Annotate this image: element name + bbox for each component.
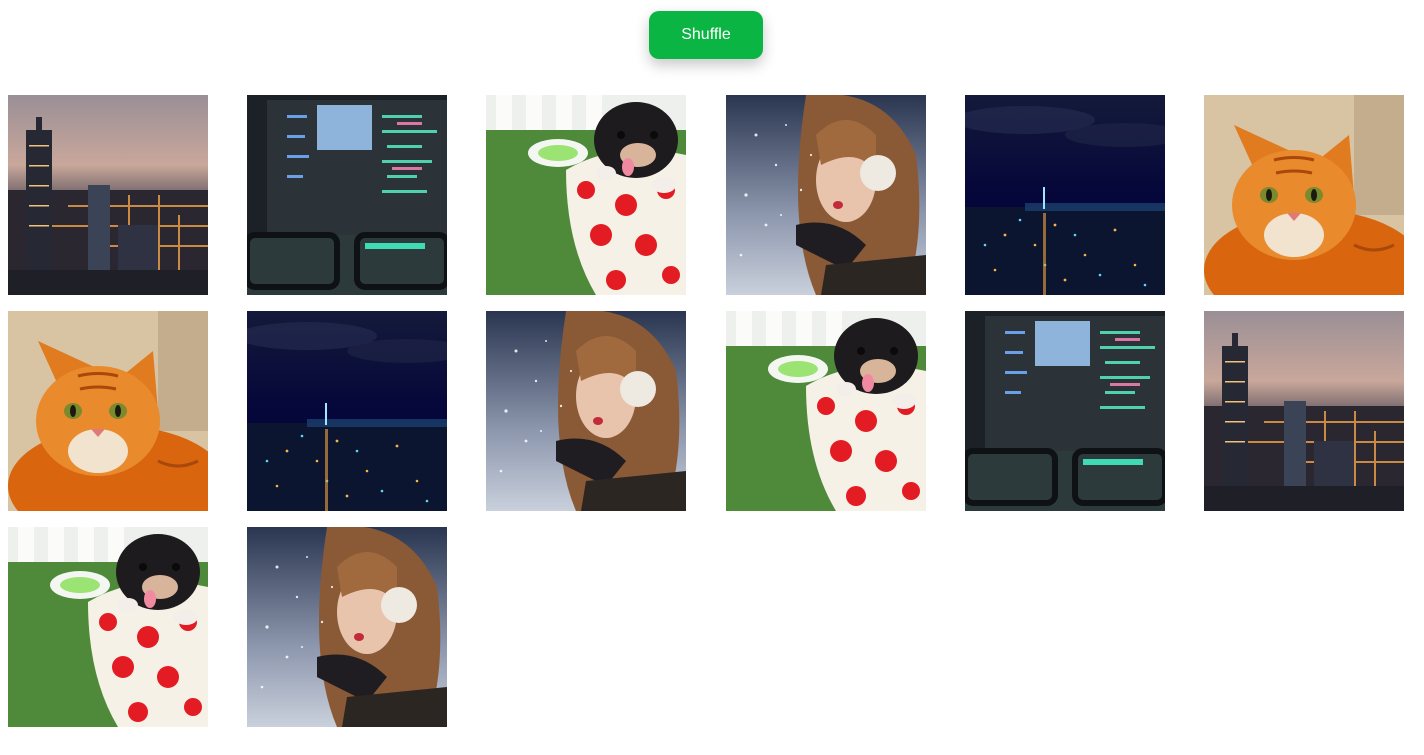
gallery-image-code-monitor-glasses[interactable]	[965, 311, 1165, 511]
gallery-image-orange-tabby-cat[interactable]	[1204, 95, 1404, 295]
image-city-skyline-dusk	[8, 95, 208, 295]
image-code-monitor-glasses	[247, 95, 447, 295]
image-orange-tabby-cat	[1204, 95, 1404, 295]
image-puppy-in-polka-dot-cup	[486, 95, 686, 295]
shuffle-button[interactable]: Shuffle	[649, 11, 763, 59]
image-woman-blowing-snow	[247, 527, 447, 727]
image-city-skyline-dusk	[1204, 311, 1404, 511]
image-city-night-aerial	[247, 311, 447, 511]
image-code-monitor-glasses	[965, 311, 1165, 511]
gallery-image-city-skyline-dusk[interactable]	[8, 95, 208, 295]
image-woman-blowing-snow	[486, 311, 686, 511]
gallery-image-city-skyline-dusk[interactable]	[1204, 311, 1404, 511]
gallery-image-puppy-in-polka-dot-cup[interactable]	[726, 311, 926, 511]
toolbar: Shuffle	[0, 0, 1424, 80]
gallery-image-woman-blowing-snow[interactable]	[247, 527, 447, 727]
gallery-image-city-night-aerial[interactable]	[247, 311, 447, 511]
gallery-image-puppy-in-polka-dot-cup[interactable]	[486, 95, 686, 295]
image-city-night-aerial	[965, 95, 1165, 295]
gallery-image-puppy-in-polka-dot-cup[interactable]	[8, 527, 208, 727]
gallery-image-orange-tabby-cat[interactable]	[8, 311, 208, 511]
gallery-image-woman-blowing-snow[interactable]	[726, 95, 926, 295]
image-orange-tabby-cat	[8, 311, 208, 511]
gallery-image-code-monitor-glasses[interactable]	[247, 95, 447, 295]
gallery-image-woman-blowing-snow[interactable]	[486, 311, 686, 511]
gallery-image-city-night-aerial[interactable]	[965, 95, 1165, 295]
image-puppy-in-polka-dot-cup	[726, 311, 926, 511]
image-puppy-in-polka-dot-cup	[8, 527, 208, 727]
image-woman-blowing-snow	[726, 95, 926, 295]
